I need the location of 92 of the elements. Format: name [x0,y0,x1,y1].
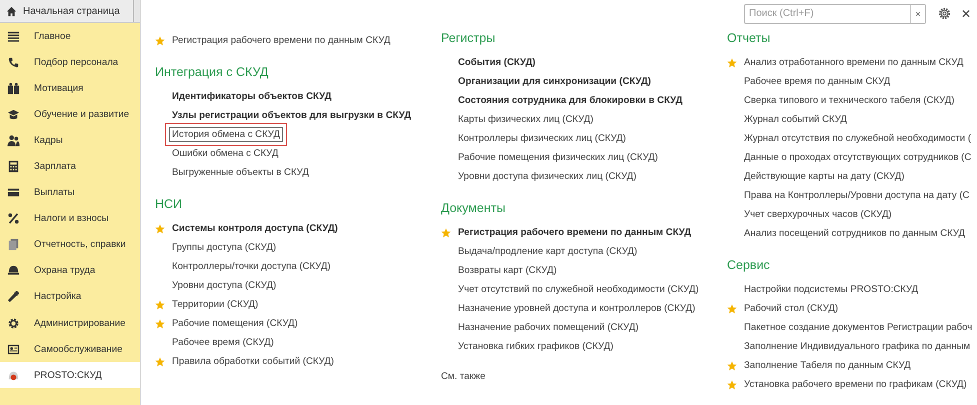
menu-link[interactable]: Учет сверхурочных часов (СКУД) [741,207,895,222]
menu-link[interactable]: Журнал событий СКУД [741,112,850,127]
helmet-icon [7,264,20,278]
menu-link[interactable]: Установка гибких графиков (СКУД) [455,339,616,354]
sidebar-item[interactable]: Настройка [0,284,140,310]
menu-link[interactable]: Контроллеры физических лиц (СКУД) [455,131,629,146]
star-icon[interactable] [155,318,165,328]
phone-icon [7,56,20,69]
sidebar-item[interactable]: Налоги и взносы [0,206,140,232]
star-icon[interactable] [441,228,451,238]
clear-button[interactable]: × [910,4,925,22]
menu-link[interactable]: Выдача/продление карт доступа (СКУД) [455,244,640,259]
menu-link[interactable]: Регистрация рабочего времени по данным СКУД [169,33,394,48]
sidebar-item[interactable]: Администрирование [0,310,140,336]
star-icon[interactable] [727,380,737,390]
see-also-link[interactable]: См. также [441,371,727,382]
menu-link[interactable]: Правила обработки событий (СКУД) [169,354,337,369]
section-heading: Отчеты [727,30,772,47]
menu-link[interactable]: Рабочие помещения (СКУД) [169,316,301,331]
menu-link[interactable]: Назначение уровней доступа и контроллеров (СКУД) [455,301,698,316]
calc-icon [7,160,20,174]
menu-link[interactable]: Назначение рабочих помещений (СКУД) [455,320,642,335]
menu-link[interactable]: Контроллеры/точки доступа (СКУД) [169,259,334,274]
menu-link[interactable]: Состояния сотрудника для блокировки в СКУД [455,93,686,108]
menu-link[interactable]: Анализ посещений сотрудников по данным СКУД [741,226,968,241]
menu-link[interactable]: Действующие карты на дату (СКУД) [741,169,908,184]
sidebar-item[interactable]: Мотивация [0,75,140,102]
star-icon[interactable] [727,58,737,68]
sidebar-item[interactable]: Подбор персонала [0,49,140,76]
gear-icon [7,316,20,330]
menu-link[interactable]: Заполнение Табеля по данным СКУД [741,358,914,373]
sidebar-item[interactable]: Кадры [0,127,140,154]
people-icon [7,134,20,147]
sidebar-item[interactable]: Охрана труда [0,258,140,284]
sidebar-item[interactable]: Главное [0,23,140,50]
id-icon [7,342,20,356]
section-heading: Регистры [441,30,496,47]
menu-link[interactable]: Права на Контроллеры/Уровни доступа на дату (С [741,188,972,203]
menu-link[interactable]: Данные о проходах отсутствующих сотрудников (С [741,150,974,165]
menu-link[interactable]: События (СКУД) [455,55,538,70]
close-button[interactable]: ✕ [959,6,973,20]
menu-link[interactable]: Учет отсутствий по служебной необходимости (СКУД) [455,282,702,297]
menu-link[interactable]: Журнал отсутствия по служебной необходимости ( [741,131,974,146]
menu-link[interactable]: Рабочее время по данным СКУД [741,74,894,89]
percent-icon [7,212,20,226]
menu-link[interactable]: Заполнение Индивидуального графика по данным [741,339,974,354]
menu-link[interactable]: Идентификаторы объектов СКУД [169,89,334,104]
docs-icon [7,238,20,252]
menu-link[interactable]: Территории (СКУД) [169,297,262,312]
menu-link[interactable]: Группы доступа (СКУД) [169,240,280,255]
sidebar-item[interactable]: Зарплата [0,153,140,180]
menu-icon [7,30,20,43]
menu-link[interactable]: Узлы регистрации объектов для выгрузки в СКУД [169,108,414,123]
section-heading: Сервис [727,257,771,274]
home-tab[interactable]: Начальная страница [0,0,134,22]
sidebar-item[interactable]: PROSTO:СКУД [0,362,140,388]
star-icon[interactable] [727,360,737,370]
section-heading: Документы [441,200,506,217]
star-icon[interactable] [727,304,737,314]
cap-icon [7,108,20,121]
menu-link[interactable]: Рабочий стол (СКУД) [741,301,842,316]
menu-link[interactable]: Выгруженные объекты в СКУД [169,165,312,180]
menu-link[interactable]: Сверка типового и технического табеля (СКУД) [741,93,958,108]
sidebar-item[interactable]: Выплаты [0,180,140,206]
menu-link[interactable]: Уровни доступа (СКУД) [169,278,280,293]
menu-link[interactable]: Уровни доступа физических лиц (СКУД) [455,169,640,184]
menu-link[interactable]: Регистрация рабочего времени по данным СКУД [455,225,694,240]
wrench-icon [7,290,20,304]
gift-icon [7,82,20,95]
menu-link[interactable]: Карты физических лиц (СКУД) [455,112,596,127]
sidebar-item[interactable]: Самообслуживание [0,336,140,362]
menu-link[interactable]: Настройки подсистемы PROSTO:СКУД [741,282,922,297]
menu-link[interactable]: Рабочие помещения физических лиц (СКУД) [455,150,661,165]
star-icon[interactable] [155,36,165,46]
section-heading: Интеграция с СКУД [155,64,270,81]
menu-link[interactable]: Пакетное создание документов Регистрации рабоч [741,320,976,335]
menu-link[interactable]: Ошибки обмена с СКУД [169,146,282,161]
menu-link[interactable]: Возвраты карт (СКУД) [455,263,560,278]
home-icon [6,6,17,16]
menu-link[interactable]: Рабочее время (СКУД) [169,335,277,350]
settings-icon[interactable] [938,7,951,20]
star-icon[interactable] [155,356,165,366]
menu-link[interactable]: Организации для синхронизации (СКУД) [455,74,654,89]
star-icon[interactable] [155,224,165,234]
star-icon[interactable] [155,300,165,310]
menu-link[interactable]: Установка рабочего времени по графикам (СКУД) [741,377,970,392]
menu-link[interactable]: Анализ отработанного времени по данным СКУД [741,55,966,70]
menu-link[interactable]: Системы контроля доступа (СКУД) [169,221,341,236]
sidebar-item[interactable]: Отчетность, справки [0,232,140,258]
search-field[interactable]: Поиск (Ctrl+F) × [744,4,926,24]
sidebar-item[interactable]: Обучение и развитие [0,101,140,128]
section-heading: НСИ [155,196,184,213]
